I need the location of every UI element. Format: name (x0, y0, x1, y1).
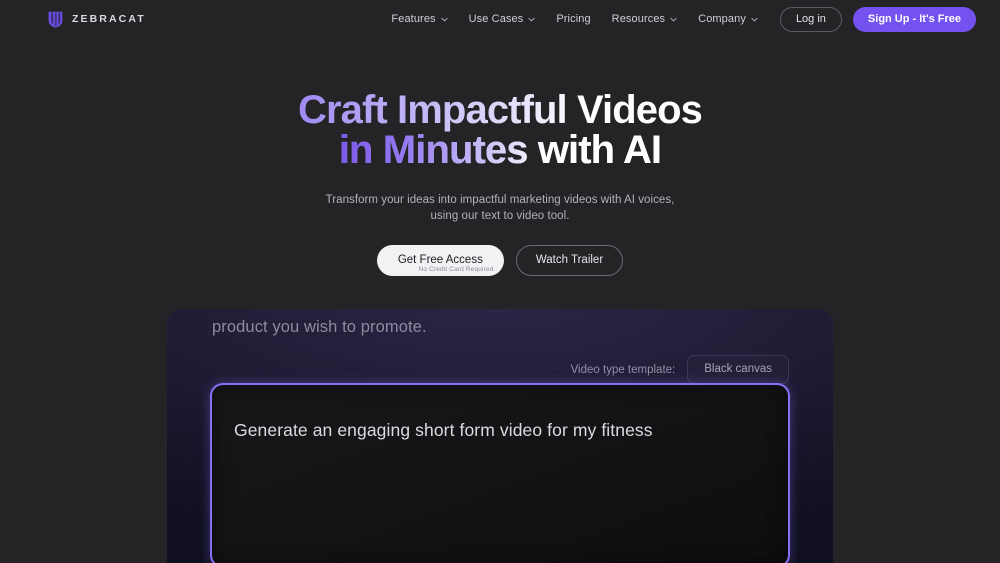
prompt-input-box[interactable]: Generate an engaging short form video fo… (210, 383, 790, 563)
demo-heading-text: product you wish to promote. (212, 318, 427, 336)
nav-item-resources[interactable]: Resources (612, 13, 677, 25)
brand-logo-link[interactable]: ZEBRACAT (48, 11, 146, 28)
prompt-input-text: Generate an engaging short form video fo… (234, 420, 653, 440)
page-title: Craft Impactful Videos in Minutes with A… (0, 88, 1000, 172)
nav-actions: Log in Sign Up - It's Free (779, 6, 976, 32)
nav-item-pricing[interactable]: Pricing (556, 13, 590, 25)
video-type-template-select[interactable]: Black canvas (687, 355, 789, 384)
video-type-template-row: Video type template: Black canvas (571, 355, 789, 384)
demo-preview-card: product you wish to promote. Video type … (167, 309, 833, 563)
chevron-down-icon (751, 16, 758, 23)
nav-item-use-cases[interactable]: Use Cases (469, 13, 536, 25)
demo-preview-inner: product you wish to promote. Video type … (167, 309, 833, 563)
login-button[interactable]: Log in (779, 6, 842, 32)
nav-item-company-label: Company (698, 13, 746, 25)
signup-button[interactable]: Sign Up - It's Free (852, 6, 976, 32)
headline-line-1: Craft Impactful Videos (298, 88, 702, 132)
nav-item-use-cases-label: Use Cases (468, 13, 524, 25)
chevron-down-icon (670, 16, 677, 23)
page-root: ZEBRACAT Features Use Cases Pricing Reso (0, 0, 1000, 563)
chevron-down-icon (528, 16, 535, 23)
brand-name-text: ZEBRACAT (72, 13, 146, 25)
nav-item-resources-label: Resources (611, 13, 666, 25)
video-type-template-label: Video type template: (570, 363, 676, 376)
headline-line-2: in Minutes with AI (338, 128, 662, 172)
nav-links: Features Use Cases Pricing Resources Com… (391, 13, 758, 25)
chevron-down-icon (441, 16, 448, 23)
nav-item-company[interactable]: Company (698, 13, 758, 25)
nav-item-features[interactable]: Features (391, 13, 448, 25)
no-credit-card-note: No Credit Card Required (418, 266, 494, 273)
hero-subheading-line-2: using our text to video tool. (430, 210, 570, 222)
hero-section: Craft Impactful Videos in Minutes with A… (0, 88, 1000, 276)
hero-subheading: Transform your ideas into impactful mark… (0, 192, 1000, 224)
zebracat-logo-icon (48, 11, 63, 28)
hero-subheading-line-1: Transform your ideas into impactful mark… (325, 194, 675, 206)
nav-item-features-label: Features (391, 13, 436, 25)
top-navigation-bar: ZEBRACAT Features Use Cases Pricing Reso (0, 0, 1000, 38)
nav-item-pricing-label: Pricing (556, 13, 591, 25)
